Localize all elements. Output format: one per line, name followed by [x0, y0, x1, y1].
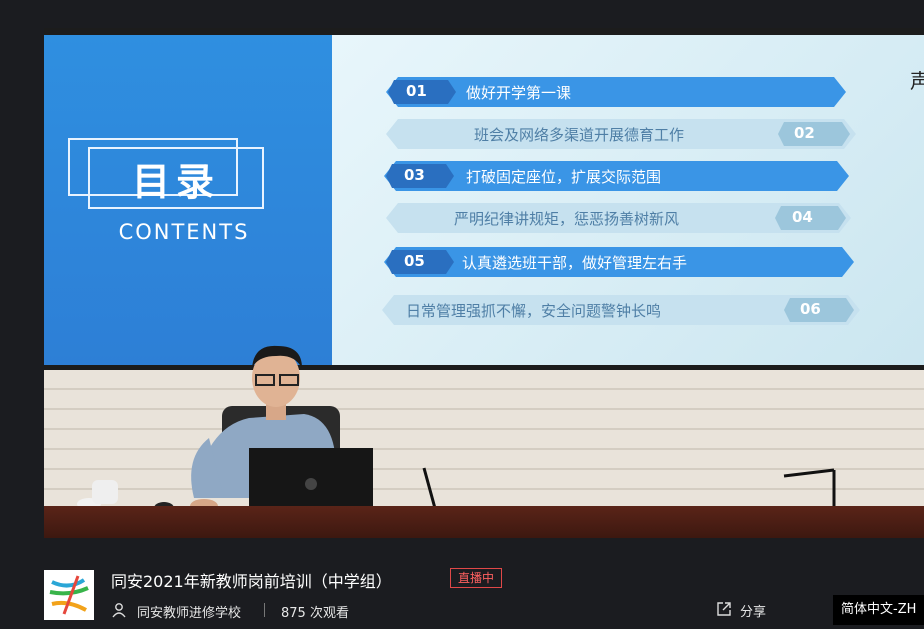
share-button[interactable]: 分享 [740, 601, 766, 620]
video-player[interactable]: 目录 CONTENTS 声 01 做好开学第一课 02 班会及网络多渠道开展德育… [44, 28, 924, 538]
channel-logo[interactable] [44, 570, 94, 620]
live-badge: 直播中 [450, 568, 502, 588]
view-count: 875 次观看 [281, 606, 349, 621]
desk [44, 506, 924, 538]
user-icon [112, 603, 126, 618]
video-page: 目录 CONTENTS 声 01 做好开学第一课 02 班会及网络多渠道开展德育… [0, 0, 924, 629]
speaker-scene [77, 345, 856, 524]
language-selector[interactable]: 简体中文-ZH [833, 595, 924, 625]
divider [264, 603, 265, 617]
video-title: 同安2021年新教师岗前培训（中学组） [111, 572, 392, 591]
channel-name[interactable]: 同安教师进修学校 [137, 602, 241, 621]
video-info-bar: 同安2021年新教师岗前培训（中学组） 直播中 同安教师进修学校 875 次观看… [0, 540, 924, 629]
share-icon[interactable] [716, 601, 732, 617]
